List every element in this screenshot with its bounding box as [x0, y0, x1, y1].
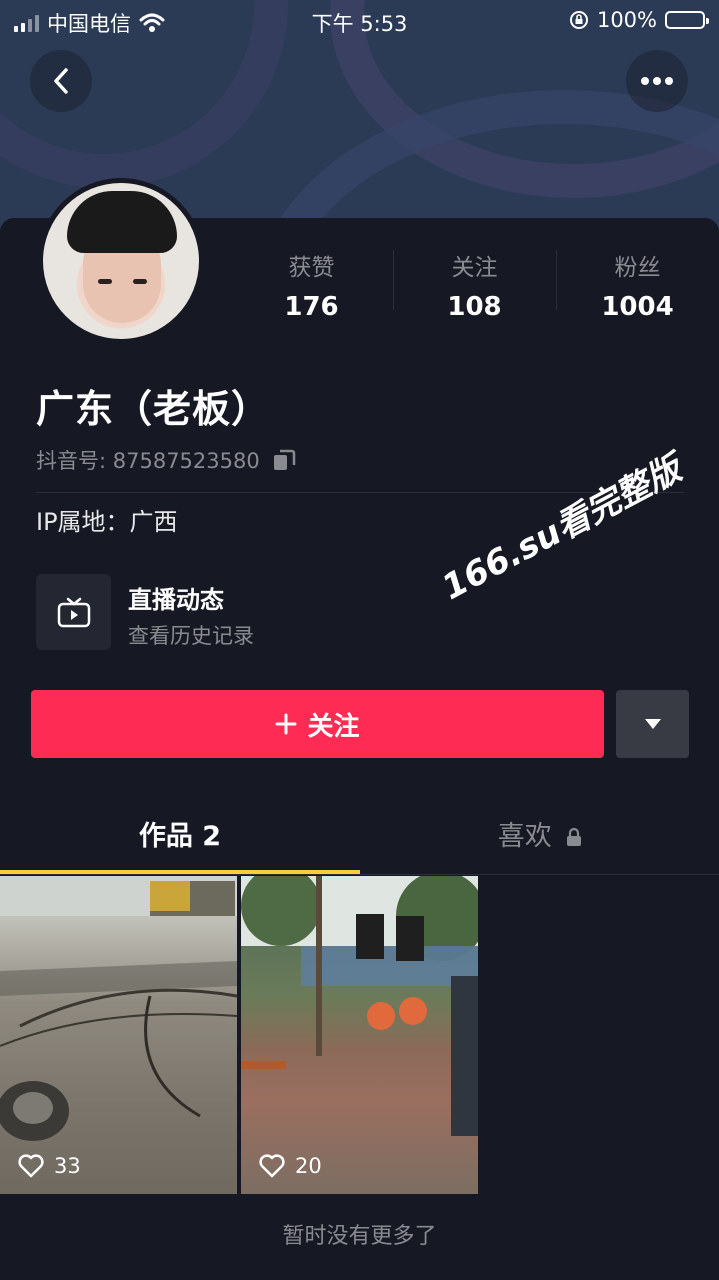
- like-count: 20: [259, 1154, 322, 1178]
- video-scene-illustration: [0, 876, 237, 1141]
- like-count-value: 20: [295, 1154, 322, 1178]
- back-button[interactable]: [30, 50, 92, 112]
- ip-location: IP属地：广西: [36, 508, 178, 536]
- profile-stats: 获赞 176 关注 108 粉丝 1004: [230, 248, 719, 322]
- plus-icon: [275, 713, 297, 735]
- stat-value: 176: [284, 292, 339, 322]
- like-count-value: 33: [54, 1154, 81, 1178]
- tab-indicator: [0, 870, 360, 874]
- tab-works[interactable]: 作品 2: [0, 800, 360, 874]
- video-grid: 33 20: [0, 876, 719, 1194]
- copy-icon[interactable]: [272, 448, 296, 472]
- avatar[interactable]: [38, 178, 204, 344]
- stat-followers[interactable]: 粉丝 1004: [556, 248, 719, 322]
- video-scene-illustration: [241, 876, 478, 1136]
- tab-likes-label: 喜欢: [497, 821, 552, 852]
- tv-play-icon: [57, 597, 90, 628]
- stat-label: 获赞: [288, 255, 335, 281]
- caret-down-icon: [644, 719, 661, 729]
- content-tabs: 作品 2 喜欢: [0, 800, 719, 875]
- douyin-id: 抖音号: 87587523580: [36, 445, 296, 475]
- live-history-card[interactable]: 直播动态 查看历史记录: [36, 574, 436, 652]
- video-thumbnail[interactable]: 20: [241, 876, 478, 1194]
- avatar-photo: [43, 183, 199, 339]
- like-count: 33: [18, 1154, 81, 1178]
- live-icon-box: [36, 574, 111, 650]
- douyin-id-text: 抖音号: 87587523580: [36, 449, 260, 473]
- profile-name: 广东（老板）: [36, 387, 271, 431]
- stat-following[interactable]: 关注 108: [393, 248, 556, 322]
- stat-value: 108: [447, 292, 502, 322]
- stat-value: 1004: [601, 292, 674, 322]
- lock-icon: [567, 827, 582, 846]
- stat-likes[interactable]: 获赞 176: [230, 248, 393, 322]
- heart-outline-icon: [259, 1154, 285, 1178]
- status-bar: 中国电信 下午 5:53 100%: [0, 0, 719, 40]
- rotation-lock-icon: [569, 11, 588, 29]
- more-options-button[interactable]: [626, 50, 688, 112]
- heart-outline-icon: [18, 1154, 44, 1178]
- follow-dropdown-button[interactable]: [616, 690, 689, 758]
- stat-label: 粉丝: [614, 255, 661, 281]
- follow-label: 关注: [307, 711, 360, 742]
- stat-label: 关注: [451, 255, 498, 281]
- video-thumbnail[interactable]: 33: [0, 876, 237, 1194]
- chevron-left-icon: [54, 68, 68, 94]
- follow-button[interactable]: 关注: [31, 690, 604, 758]
- ellipsis-icon: [641, 77, 673, 85]
- battery-icon: [665, 11, 709, 29]
- no-more-content-text: 暂时没有更多了: [282, 1224, 437, 1249]
- tab-likes[interactable]: 喜欢: [360, 800, 719, 874]
- live-subtitle: 查看历史记录: [128, 624, 254, 648]
- live-title: 直播动态: [128, 586, 224, 614]
- battery-percent: 100%: [596, 8, 657, 32]
